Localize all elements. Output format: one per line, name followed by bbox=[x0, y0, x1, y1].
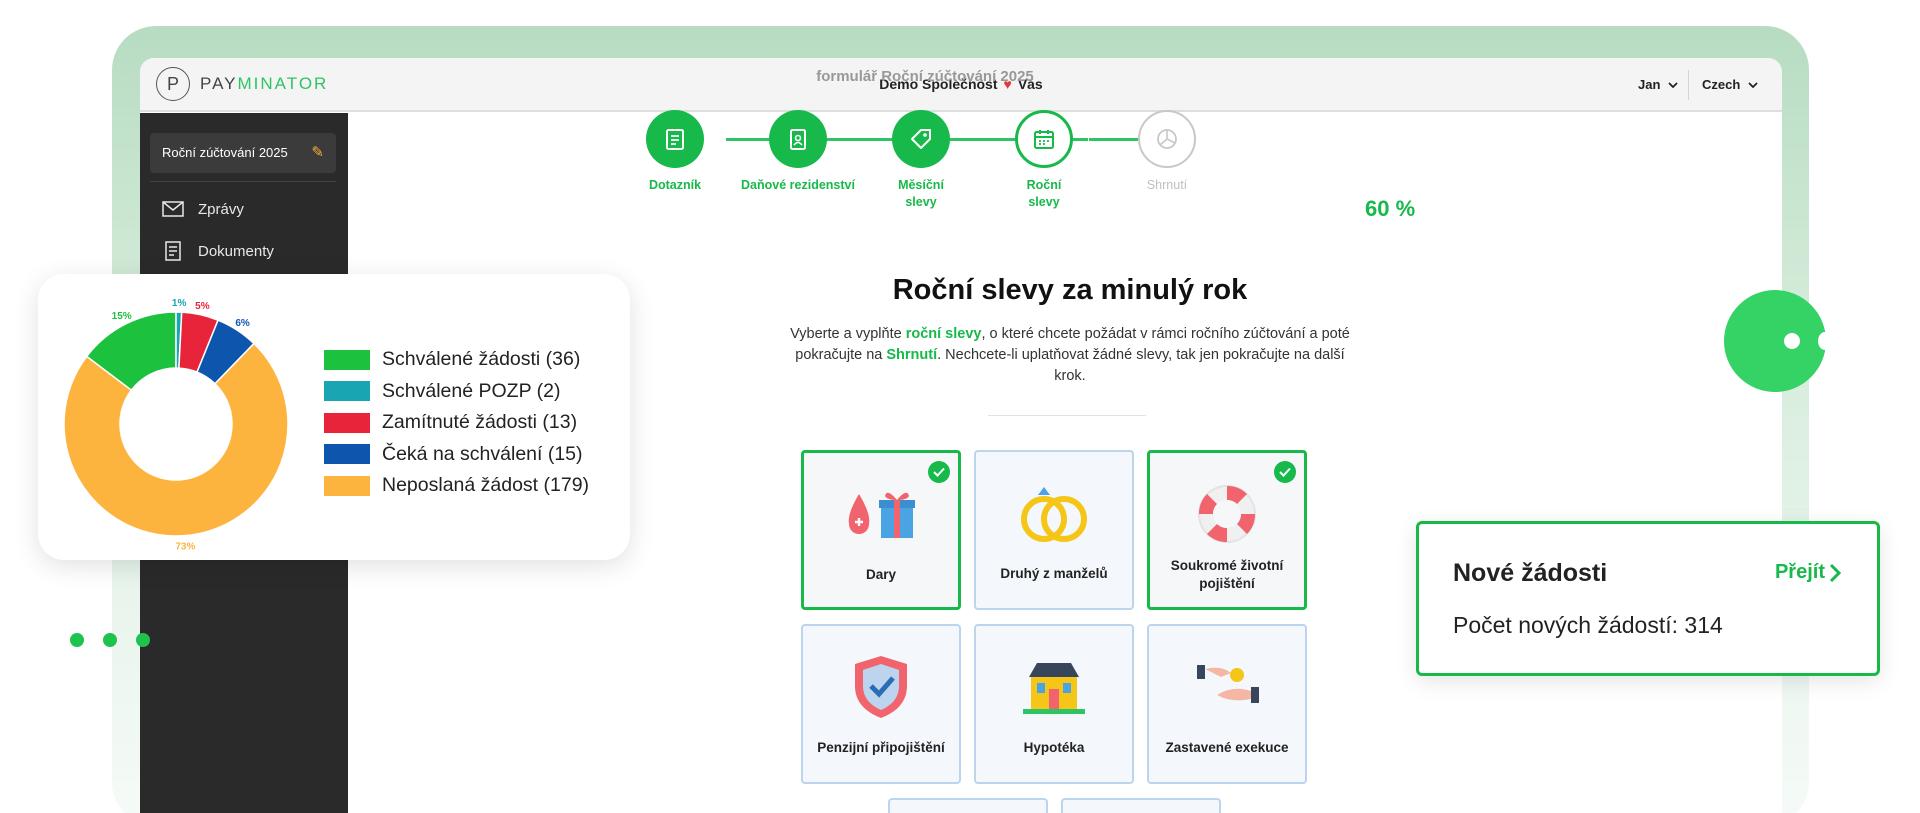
donut-data-label: 1% bbox=[172, 298, 187, 309]
chevron-right-icon bbox=[1829, 563, 1841, 582]
step-annual-discounts[interactable]: Roční slevy bbox=[999, 110, 1089, 211]
donut-data-label: 15% bbox=[112, 311, 132, 322]
sidebar-item-messages[interactable]: Zprávy bbox=[162, 197, 244, 221]
go-link[interactable]: Přejít bbox=[1775, 561, 1841, 584]
tag-icon bbox=[892, 110, 950, 168]
chevron-down-icon bbox=[1748, 82, 1758, 89]
sidebar-item-documents[interactable]: Dokumenty bbox=[162, 239, 274, 263]
tile-spouse[interactable]: Druhý z manželů bbox=[974, 450, 1134, 610]
donation-icon bbox=[804, 479, 958, 549]
step-tax-residency[interactable]: Daňové rezidenství bbox=[741, 110, 855, 194]
sidebar-current-form[interactable]: Roční zúčtování 2025 ✎ bbox=[150, 133, 336, 173]
decorative-dots bbox=[70, 633, 169, 647]
new-requests-count: Počet nových žádostí: 314 bbox=[1453, 612, 1723, 638]
new-requests-title: Nové žádosti bbox=[1453, 559, 1608, 587]
document-icon bbox=[165, 241, 181, 261]
legend-item: Schválené POZP (2) bbox=[324, 376, 589, 408]
tile-pension[interactable]: Penzijní připojištění bbox=[801, 624, 961, 784]
clipboard-icon bbox=[646, 110, 704, 168]
step-questionnaire[interactable]: Dotazník bbox=[630, 110, 720, 194]
house-icon bbox=[976, 652, 1132, 722]
tile-life-insurance[interactable]: Soukromé životní pojištění bbox=[1147, 450, 1307, 610]
legend-item: Schválené žádosti (36) bbox=[324, 344, 589, 376]
chart-icon bbox=[1138, 110, 1196, 168]
top-bar: P PAYMINATOR Demo Společnost ♥ Vás Jan Cze… bbox=[140, 58, 1782, 112]
pencil-icon: ✎ bbox=[311, 144, 324, 161]
legend-item: Neposlaná žádost (179) bbox=[324, 470, 589, 502]
page-title: Roční slevy za minulý rok bbox=[892, 274, 1248, 306]
tile-seizure[interactable]: Zastavené exekuce bbox=[1147, 624, 1307, 784]
rings-icon bbox=[976, 478, 1132, 548]
divider bbox=[1688, 70, 1689, 100]
chevron-down-icon bbox=[1668, 82, 1678, 89]
link-summary[interactable]: Shrnutí bbox=[886, 347, 937, 363]
tile-partial[interactable] bbox=[888, 798, 1048, 813]
tile-mortgage[interactable]: Hypotéka bbox=[974, 624, 1134, 784]
divider bbox=[150, 181, 336, 182]
user-menu[interactable]: Jan bbox=[1638, 77, 1678, 92]
step-summary[interactable]: Shrnutí bbox=[1122, 110, 1212, 194]
new-requests-card: Nové žádosti Přejít Počet nových žádostí… bbox=[1416, 521, 1880, 676]
tile-partial[interactable] bbox=[1061, 798, 1221, 813]
shield-icon bbox=[803, 652, 959, 722]
decorative-blob bbox=[1724, 290, 1826, 392]
decorative-dot bbox=[1818, 332, 1832, 350]
intro-text: Vyberte a vyplňte roční slevy, o které c… bbox=[790, 326, 1350, 384]
donut-slice bbox=[63, 342, 289, 537]
progress-stepper: Dotazník Daňové rezidenství Měsíční slev… bbox=[646, 110, 1212, 220]
lifebuoy-icon bbox=[1150, 479, 1304, 549]
badge-icon bbox=[769, 110, 827, 168]
calendar-icon bbox=[1015, 110, 1073, 168]
tile-donations[interactable]: Dary bbox=[801, 450, 961, 610]
progress-percent: 60 % bbox=[1365, 196, 1416, 221]
legend-item: Čeká na schválení (15) bbox=[324, 439, 589, 471]
link-annual-discounts[interactable]: roční slevy bbox=[906, 326, 982, 342]
donut-chart: 15% 1% 5% 6% 73% bbox=[63, 298, 289, 553]
chart-legend: Schválené žádosti (36) Schválené POZP (2… bbox=[324, 344, 589, 502]
step-monthly-discounts[interactable]: Měsíční slevy bbox=[876, 110, 966, 211]
language-menu[interactable]: Czech bbox=[1702, 77, 1758, 92]
donut-data-label: 5% bbox=[195, 301, 210, 312]
donut-data-label: 6% bbox=[235, 318, 250, 329]
decorative-dot bbox=[1784, 333, 1800, 349]
form-label: formulář Roční zúčtování 2025 bbox=[816, 68, 1034, 85]
hand-coin-icon bbox=[1149, 652, 1305, 722]
donut-data-label: 73% bbox=[175, 542, 195, 553]
legend-item: Zamítnuté žádosti (13) bbox=[324, 407, 589, 439]
divider bbox=[988, 415, 1146, 416]
chart-card: 15% 1% 5% 6% 73% Schválené žádosti (36) Schv… bbox=[38, 274, 630, 560]
envelope-icon bbox=[162, 201, 184, 217]
